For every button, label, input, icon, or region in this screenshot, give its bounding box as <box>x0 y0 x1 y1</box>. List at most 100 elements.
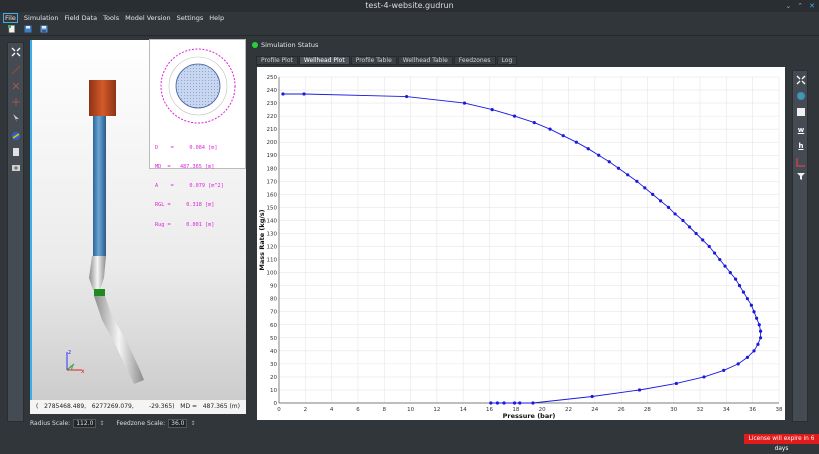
menu-file[interactable]: File <box>3 12 18 23</box>
data-point <box>495 401 500 405</box>
x-tick-label: 38 <box>776 407 783 413</box>
y-tick-label: 110 <box>267 258 278 264</box>
menu-tools[interactable]: Tools <box>103 14 119 22</box>
data-point <box>658 199 663 203</box>
menu-field-data[interactable]: Field Data <box>65 14 98 22</box>
data-point <box>741 290 746 294</box>
x-tick-label: 22 <box>565 407 572 413</box>
y-tick-label: 220 <box>267 114 278 120</box>
window-controls: ⌄ ⌃ ✕ <box>785 0 815 12</box>
data-point <box>674 381 678 386</box>
menu-help[interactable]: Help <box>209 14 224 22</box>
data-point <box>752 310 756 314</box>
pointer-icon[interactable] <box>11 113 21 123</box>
data-point <box>736 362 740 366</box>
data-point <box>590 394 594 399</box>
minimize-icon[interactable]: ⌄ <box>785 0 791 12</box>
feedzone-scale-input[interactable]: 36.0 <box>168 418 188 428</box>
cross-section-inset: D = 0.084 [m] MD = 487.365 [m] A = 0.079… <box>149 39 246 228</box>
y-tick-label: 130 <box>267 231 278 237</box>
menu-settings[interactable]: Settings <box>177 14 204 22</box>
data-point <box>666 205 671 209</box>
globe-icon[interactable] <box>796 91 806 101</box>
new-file-icon[interactable] <box>8 25 16 33</box>
status-bar <box>0 434 744 444</box>
data-point <box>718 257 722 262</box>
data-point <box>758 336 763 340</box>
data-point <box>681 218 685 223</box>
x-axis-label: Pressure (bar) <box>503 412 556 420</box>
h-unit-icon[interactable]: h <box>796 141 806 151</box>
tab-log[interactable]: Log <box>496 56 518 65</box>
axis-icon[interactable] <box>11 97 21 107</box>
save-icon[interactable] <box>24 25 32 33</box>
cross-section-line: RGL = 0.318 [m] <box>155 202 215 209</box>
export-icon[interactable] <box>796 107 806 117</box>
y-tick-label: 70 <box>270 310 277 316</box>
scale-icon[interactable] <box>11 81 21 91</box>
wellhead-plot[interactable]: 0 2 4 6 8 10 12 14 16 18 20 22 24 26 28 30 32 34 36 38 0 10 20… <box>257 67 785 420</box>
data-point <box>532 121 536 125</box>
tab-feedzones[interactable]: Feedzones <box>453 56 496 65</box>
document-icon[interactable] <box>11 147 21 157</box>
data-point <box>561 134 565 138</box>
tab-wellhead-table[interactable]: Wellhead Table <box>397 56 453 65</box>
status-indicator-icon <box>252 41 258 48</box>
tab-profile-plot[interactable]: Profile Plot <box>256 56 298 65</box>
y-tick-label: 80 <box>270 297 277 303</box>
w-unit-icon[interactable]: w <box>796 125 806 135</box>
view-splitter[interactable] <box>30 40 32 414</box>
data-point <box>462 101 467 105</box>
data-point <box>673 212 677 216</box>
close-icon[interactable]: ✕ <box>809 0 815 12</box>
screenshot-icon[interactable] <box>11 163 21 173</box>
y-axis-label: Mass Rate (kg/s) <box>258 209 266 270</box>
data-point <box>405 94 409 99</box>
y-tick-label: 210 <box>267 127 278 133</box>
data-point <box>756 342 760 346</box>
svg-text:z: z <box>68 349 71 356</box>
line-chart-icon[interactable] <box>796 157 806 167</box>
tab-wellhead-plot[interactable]: Wellhead Plot <box>298 56 350 65</box>
data-point <box>502 401 506 405</box>
data-point <box>607 160 611 164</box>
coordinate-readout: ( 2785468.489, 6277269.079, -29.365) MD … <box>30 400 246 414</box>
y-tick-label: 190 <box>267 153 278 159</box>
x-tick-label: 24 <box>591 407 598 413</box>
plot-tabs: Profile Plot Wellhead Plot Profile Table… <box>256 56 518 65</box>
data-point <box>702 375 706 379</box>
y-tick-label: 90 <box>270 284 277 290</box>
radius-scale-input[interactable]: 112.0 <box>73 418 97 428</box>
feedzone-scale-stepper-icon[interactable]: ↕ <box>190 420 195 427</box>
radius-scale-stepper-icon[interactable]: ↕ <box>99 420 104 427</box>
x-tick-label: 34 <box>723 407 730 413</box>
color-map-icon[interactable] <box>11 131 21 141</box>
md-text: MD = 487.365 (m) <box>180 403 240 410</box>
coordinate-text: ( 2785468.489, 6277269.079, -29.365) <box>36 403 175 410</box>
left-view-toolbar <box>7 42 24 422</box>
fit-plot-icon[interactable] <box>796 75 806 85</box>
menu-model-version[interactable]: Model Version <box>125 14 170 22</box>
data-point <box>687 225 692 229</box>
tab-profile-table[interactable]: Profile Table <box>350 56 397 65</box>
measure-icon[interactable] <box>11 65 21 75</box>
save-as-icon[interactable] <box>40 25 48 33</box>
maximize-icon[interactable]: ⌃ <box>797 0 803 12</box>
menu-simulation[interactable]: Simulation <box>24 14 59 22</box>
data-point <box>302 92 306 96</box>
wellhead-casing <box>89 80 116 116</box>
license-warning: License will expire in 6 days <box>744 434 819 452</box>
feedzone-scale-label: Feedzone Scale: <box>116 419 166 427</box>
window-title: test-4-website.gudrun <box>365 1 454 10</box>
data-point <box>749 303 753 307</box>
status-label: Simulation Status <box>261 40 319 49</box>
x-tick-label: 12 <box>433 407 440 413</box>
cross-section-readout: D = 0.084 [m] MD = 487.365 [m] A = 0.079… <box>155 132 224 241</box>
axis-triad-icon: z x y <box>66 349 85 375</box>
data-point <box>728 271 732 275</box>
data-point <box>733 277 738 281</box>
fit-view-icon[interactable] <box>11 47 21 57</box>
data-point <box>281 92 285 96</box>
y-tick-label: 230 <box>267 101 278 107</box>
filter-icon[interactable] <box>796 171 806 181</box>
